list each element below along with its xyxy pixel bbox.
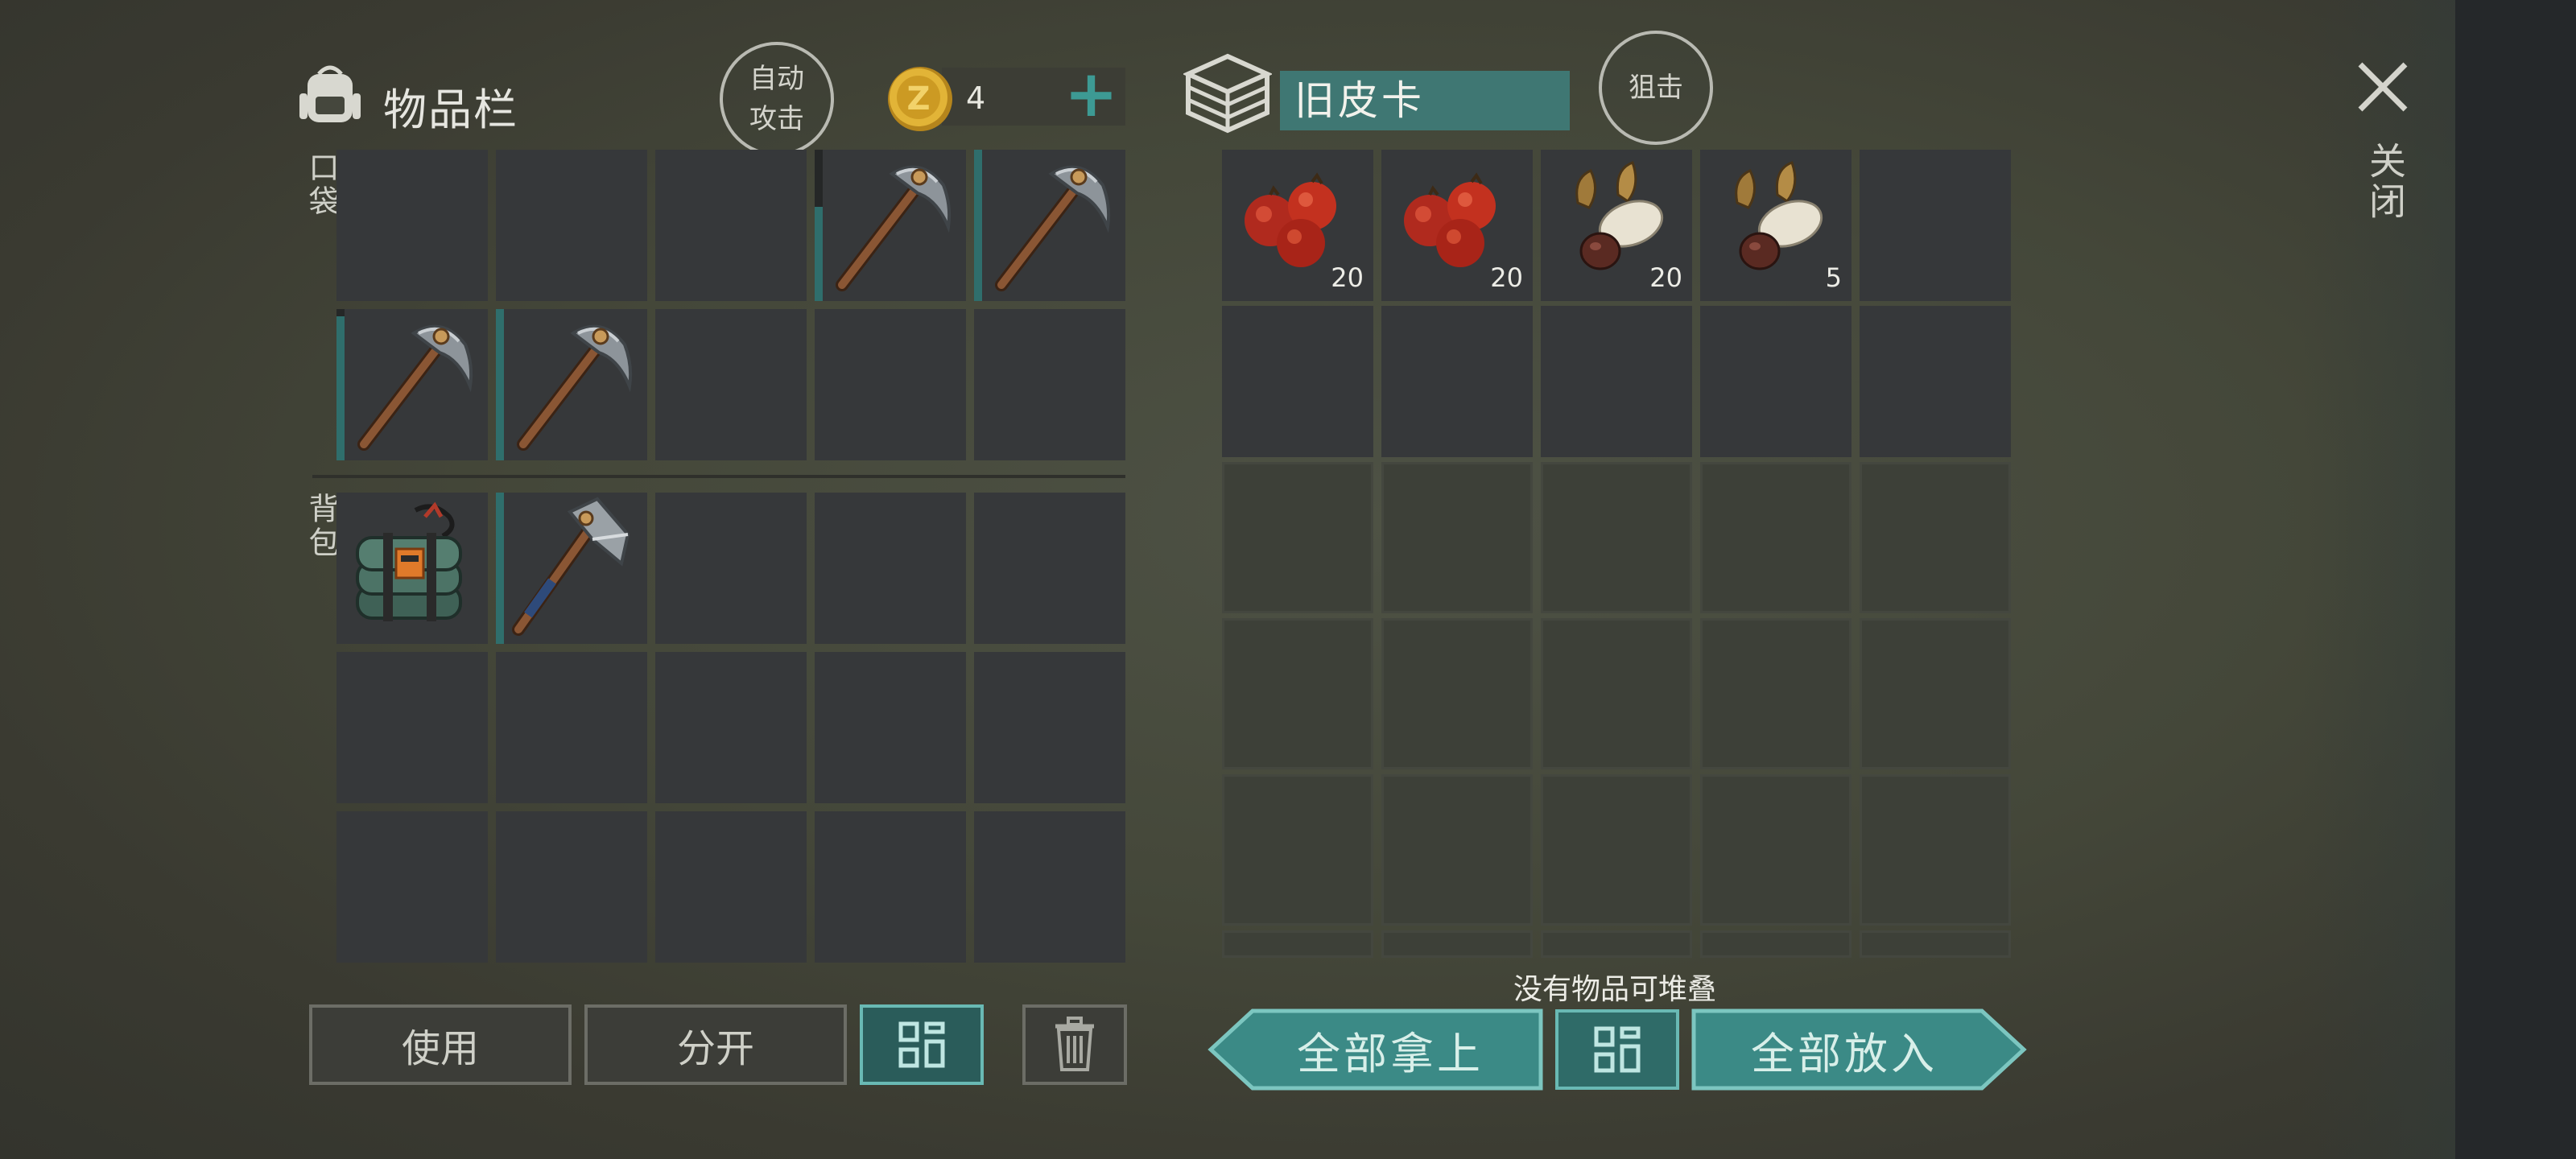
pocket-slot[interactable]	[496, 150, 647, 301]
container-slot[interactable]	[1381, 930, 1533, 958]
backpack-slot[interactable]	[815, 652, 966, 803]
grid-sort-icon	[1594, 1026, 1641, 1073]
trash-button[interactable]	[1022, 1004, 1127, 1085]
container-slot[interactable]: 20	[1381, 150, 1533, 301]
backpack-icon	[296, 61, 364, 129]
container-slot[interactable]	[1381, 462, 1533, 613]
item-count: 20	[1331, 262, 1364, 293]
container-slot[interactable]	[1541, 930, 1692, 958]
backpack-slot[interactable]	[336, 811, 488, 963]
container-slot[interactable]: 5	[1700, 150, 1852, 301]
close-label: 关闭	[2363, 142, 2407, 222]
container-slot[interactable]: 20	[1541, 150, 1692, 301]
pocket-slot[interactable]	[974, 150, 1125, 301]
sort-button[interactable]	[860, 1004, 984, 1085]
container-slot[interactable]	[1860, 462, 2011, 613]
pocket-slot[interactable]	[496, 309, 647, 460]
container-name-field[interactable]: 旧皮卡	[1280, 71, 1570, 130]
container-slot[interactable]	[1860, 306, 2011, 457]
grid-sort-icon	[898, 1021, 945, 1068]
coin-icon: Z	[888, 67, 952, 131]
take-all-button[interactable]: 全部拿上	[1208, 1008, 1544, 1091]
backpack-slot[interactable]	[655, 493, 807, 644]
container-slot[interactable]	[1700, 618, 1852, 769]
container-slot[interactable]	[1381, 618, 1533, 769]
pocket-slot[interactable]	[336, 150, 488, 301]
backpack-slot[interactable]	[496, 652, 647, 803]
container-slot[interactable]	[1222, 306, 1373, 457]
item-count: 20	[1490, 262, 1523, 293]
backpack-slot[interactable]	[655, 811, 807, 963]
container-slot[interactable]	[1700, 774, 1852, 926]
container-slot[interactable]	[1700, 930, 1852, 958]
container-slot[interactable]	[1860, 774, 2011, 926]
coin-counter: Z 4 +	[886, 56, 1127, 131]
use-button[interactable]: 使用	[309, 1004, 572, 1085]
add-coins-button[interactable]: +	[1064, 56, 1118, 131]
snipe-button[interactable]: 狙击	[1599, 31, 1713, 145]
stack-status-text: 没有物品可堆叠	[1513, 973, 1717, 1006]
backpack-slot[interactable]	[655, 652, 807, 803]
container-slot[interactable]	[1860, 150, 2011, 301]
container-slot[interactable]	[1541, 462, 1692, 613]
container-slot[interactable]	[1541, 774, 1692, 926]
backpack-slot[interactable]	[336, 652, 488, 803]
container-slot[interactable]	[1700, 462, 1852, 613]
container-slot[interactable]	[1222, 618, 1373, 769]
split-button[interactable]: 分开	[584, 1004, 847, 1085]
backpack-slot[interactable]	[974, 652, 1125, 803]
auto-attack-button[interactable]: 自动 攻击	[720, 42, 834, 156]
backpack-slot[interactable]	[336, 493, 488, 644]
pocket-slot[interactable]	[815, 150, 966, 301]
right-side-strip	[2455, 0, 2576, 1159]
container-slot[interactable]: 20	[1222, 150, 1373, 301]
container-sort-button[interactable]	[1555, 1009, 1679, 1090]
backpack-slot[interactable]	[974, 493, 1125, 644]
container-slot[interactable]	[1541, 618, 1692, 769]
container-slot[interactable]	[1222, 930, 1373, 958]
pocket-slot[interactable]	[655, 309, 807, 460]
container-slot[interactable]	[1381, 774, 1533, 926]
trash-icon	[1055, 1017, 1094, 1071]
pocket-slot[interactable]	[336, 309, 488, 460]
put-all-label: 全部放入	[1751, 1028, 1938, 1079]
container-slot[interactable]	[1222, 774, 1373, 926]
close-button[interactable]	[2352, 56, 2413, 118]
pocket-slot[interactable]	[655, 150, 807, 301]
container-crate-icon	[1182, 52, 1274, 138]
container-slot[interactable]	[1381, 306, 1533, 457]
put-all-button[interactable]: 全部放入	[1690, 1008, 2027, 1091]
pocket-slot[interactable]	[974, 309, 1125, 460]
container-slot[interactable]	[1222, 462, 1373, 613]
container-slot[interactable]	[1860, 618, 2011, 769]
backpack-slot[interactable]	[974, 811, 1125, 963]
item-count: 5	[1825, 262, 1842, 293]
close-icon	[2358, 62, 2408, 112]
backpack-slot[interactable]	[815, 493, 966, 644]
container-slot[interactable]	[1860, 930, 2011, 958]
container-slot[interactable]	[1700, 306, 1852, 457]
item-count: 20	[1649, 262, 1682, 293]
section-divider	[312, 475, 1125, 478]
container-slot[interactable]	[1541, 306, 1692, 457]
svg-text:Z: Z	[906, 80, 930, 118]
backpack-slot[interactable]	[496, 493, 647, 644]
pocket-slot[interactable]	[815, 309, 966, 460]
backpack-slot[interactable]	[496, 811, 647, 963]
coin-count: 4	[966, 80, 986, 116]
inventory-title: 物品栏	[383, 85, 518, 135]
backpack-slot[interactable]	[815, 811, 966, 963]
take-all-label: 全部拿上	[1297, 1028, 1484, 1079]
